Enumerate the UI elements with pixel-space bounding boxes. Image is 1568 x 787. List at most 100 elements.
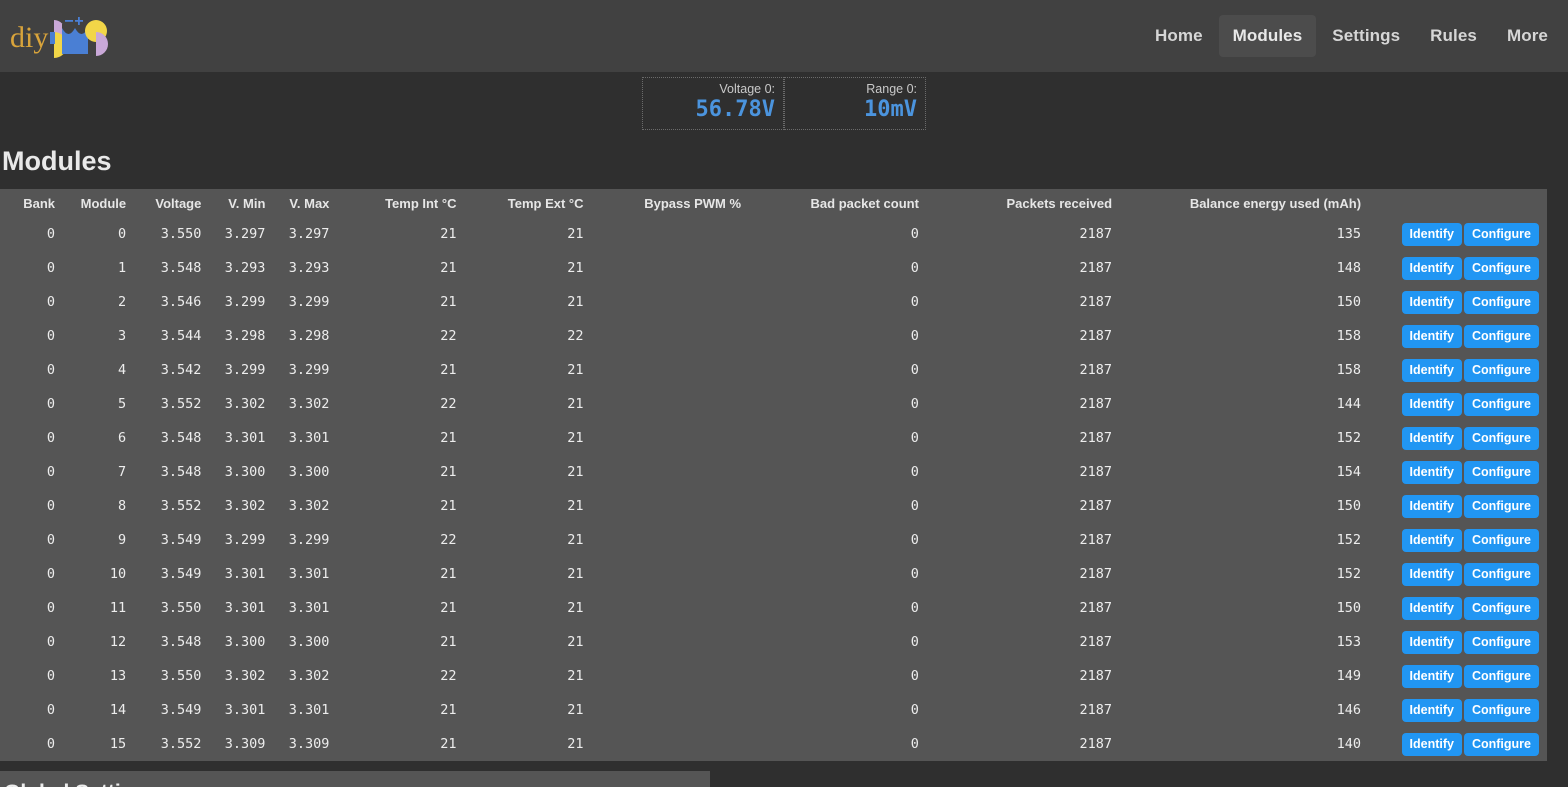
cell-bad-packets: 0	[910, 430, 919, 446]
configure-button[interactable]: Configure	[1463, 732, 1539, 756]
configure-button[interactable]: Configure	[1463, 222, 1539, 246]
cell-temp-ext: 21	[567, 634, 584, 650]
brand-logo[interactable]: diy	[8, 6, 112, 66]
identify-button[interactable]: Identify	[1401, 732, 1462, 756]
cell-voltage: 3.548	[160, 260, 202, 276]
cell-voltage: 3.542	[160, 362, 202, 378]
identify-button[interactable]: Identify	[1401, 324, 1462, 348]
nav-item-modules[interactable]: Modules	[1218, 15, 1317, 57]
table-row: 0 9 3.549 3.299 3.299 22 21 0 2187 152 Identify Con…	[0, 523, 1547, 557]
identify-button[interactable]: Identify	[1401, 630, 1462, 654]
identify-button[interactable]: Identify	[1401, 358, 1462, 382]
table-header-row: Bank Module Voltage V. Min V. Max Temp I…	[0, 189, 1547, 217]
cell-bank: 0	[46, 362, 56, 378]
table-row: 0 6 3.548 3.301 3.301 21 21 0 2187 152 Identify Con…	[0, 421, 1547, 455]
cell-vmin: 3.302	[224, 396, 266, 412]
identify-button[interactable]: Identify	[1401, 392, 1462, 416]
identify-button[interactable]: Identify	[1401, 222, 1462, 246]
configure-button[interactable]: Configure	[1463, 460, 1539, 484]
cell-temp-int: 21	[440, 600, 457, 616]
cell-bank: 0	[46, 464, 56, 480]
configure-button[interactable]: Configure	[1463, 698, 1539, 722]
configure-button[interactable]: Configure	[1463, 358, 1539, 382]
configure-button[interactable]: Configure	[1463, 494, 1539, 518]
row-actions: Identify Configure	[1369, 489, 1547, 523]
configure-button[interactable]: Configure	[1463, 324, 1539, 348]
nav-item-rules[interactable]: Rules	[1416, 15, 1491, 57]
identify-button[interactable]: Identify	[1401, 562, 1462, 586]
cell-packets-received: 2187	[1079, 260, 1113, 276]
cell-vmin: 3.309	[224, 736, 266, 752]
cell-bad-packets: 0	[910, 362, 919, 378]
cell-vmax: 3.309	[288, 736, 330, 752]
col-header-balance-energy: Balance energy used (mAh)	[1189, 196, 1362, 211]
cell-bypass-pwm	[592, 727, 750, 761]
cell-vmin: 3.301	[224, 600, 266, 616]
cell-temp-int: 22	[440, 396, 457, 412]
cell-bad-packets: 0	[910, 294, 919, 310]
cell-packets-received: 2187	[1079, 566, 1113, 582]
configure-button[interactable]: Configure	[1463, 256, 1539, 280]
cell-balance-energy: 150	[1336, 600, 1362, 616]
identify-button[interactable]: Identify	[1401, 256, 1462, 280]
cell-balance-energy: 140	[1336, 736, 1362, 752]
identify-button[interactable]: Identify	[1401, 460, 1462, 484]
configure-button[interactable]: Configure	[1463, 630, 1539, 654]
cell-bad-packets: 0	[910, 464, 919, 480]
configure-button[interactable]: Configure	[1463, 528, 1539, 552]
identify-button[interactable]: Identify	[1401, 698, 1462, 722]
cell-packets-received: 2187	[1079, 396, 1113, 412]
cell-vmax: 3.302	[288, 498, 330, 514]
stat-range-0-value: 10mV	[864, 97, 917, 122]
cell-vmin: 3.301	[224, 702, 266, 718]
cell-module: 3	[118, 328, 127, 344]
cell-voltage: 3.550	[160, 600, 202, 616]
cell-packets-received: 2187	[1079, 294, 1113, 310]
cell-balance-energy: 152	[1336, 430, 1362, 446]
col-header-voltage: Voltage	[155, 196, 202, 211]
modules-table-header: Bank Module Voltage V. Min V. Max Temp I…	[0, 189, 1547, 217]
identify-button[interactable]: Identify	[1401, 290, 1462, 314]
cell-bank: 0	[46, 498, 56, 514]
cell-bypass-pwm	[592, 659, 750, 693]
cell-vmax: 3.299	[288, 294, 330, 310]
cell-module: 7	[118, 464, 127, 480]
cell-temp-int: 21	[440, 702, 457, 718]
cell-temp-int: 21	[440, 430, 457, 446]
cell-bad-packets: 0	[910, 668, 919, 684]
identify-button[interactable]: Identify	[1401, 664, 1462, 688]
cell-temp-int: 21	[440, 294, 457, 310]
identify-button[interactable]: Identify	[1401, 596, 1462, 620]
modules-table: Bank Module Voltage V. Min V. Max Temp I…	[0, 189, 1547, 761]
col-header-temp-ext: Temp Ext °C	[507, 196, 584, 211]
nav-item-home[interactable]: Home	[1141, 15, 1217, 57]
row-actions: Identify Configure	[1369, 659, 1547, 693]
configure-button[interactable]: Configure	[1463, 426, 1539, 450]
configure-button[interactable]: Configure	[1463, 596, 1539, 620]
identify-button[interactable]: Identify	[1401, 528, 1462, 552]
cell-bypass-pwm	[592, 693, 750, 727]
nav-item-settings[interactable]: Settings	[1318, 15, 1414, 57]
nav-item-more[interactable]: More	[1493, 15, 1562, 57]
cell-temp-ext: 21	[567, 566, 584, 582]
cell-bank: 0	[46, 566, 56, 582]
cell-bad-packets: 0	[910, 634, 919, 650]
configure-button[interactable]: Configure	[1463, 562, 1539, 586]
configure-button[interactable]: Configure	[1463, 392, 1539, 416]
diybms-logo-icon: diy	[10, 17, 108, 58]
identify-button[interactable]: Identify	[1401, 426, 1462, 450]
cell-balance-energy: 153	[1336, 634, 1362, 650]
cell-temp-int: 21	[440, 226, 457, 242]
col-header-packets-received: Packets received	[1006, 196, 1113, 211]
cell-vmax: 3.301	[288, 430, 330, 446]
cell-temp-ext: 21	[567, 396, 584, 412]
cell-balance-energy: 146	[1336, 702, 1362, 718]
cell-temp-int: 21	[440, 498, 457, 514]
configure-button[interactable]: Configure	[1463, 290, 1539, 314]
modules-table-body: 0 0 3.550 3.297 3.297 21 21 0 2187 135 Identify Con…	[0, 217, 1547, 761]
configure-button[interactable]: Configure	[1463, 664, 1539, 688]
cell-temp-int: 21	[440, 464, 457, 480]
cell-packets-received: 2187	[1079, 668, 1113, 684]
identify-button[interactable]: Identify	[1401, 494, 1462, 518]
cell-voltage: 3.546	[160, 294, 202, 310]
